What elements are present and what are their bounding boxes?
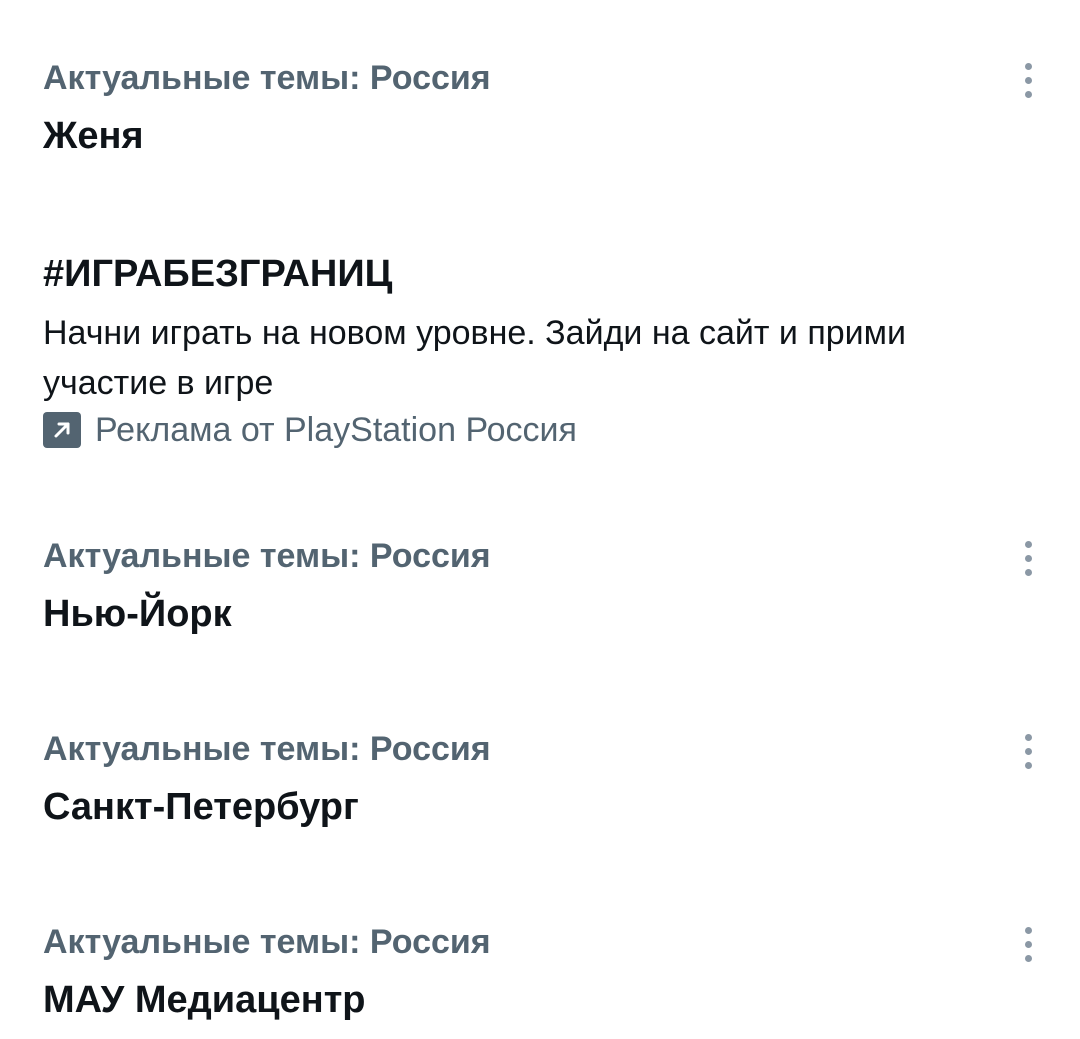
more-vertical-icon[interactable] xyxy=(1008,729,1048,773)
trend-item[interactable]: Актуальные темы: Россия Нью-Йорк xyxy=(0,536,1080,646)
trend-title: Санкт-Петербург xyxy=(43,786,359,828)
promoted-by-label[interactable]: Реклама от PlayStation Россия xyxy=(43,410,577,450)
more-vertical-icon[interactable] xyxy=(1008,536,1048,580)
promoted-by-text: Реклама от PlayStation Россия xyxy=(95,411,577,449)
trend-title: МАУ Медиацентр xyxy=(43,979,366,1021)
trend-title: Женя xyxy=(43,115,144,157)
more-vertical-icon[interactable] xyxy=(1008,58,1048,102)
promoted-trend-title: #ИГРАБЕЗГРАНИЦ xyxy=(43,253,393,295)
trend-context: Актуальные темы: Россия xyxy=(43,537,491,575)
promoted-arrow-icon xyxy=(43,412,81,448)
trend-context: Актуальные темы: Россия xyxy=(43,59,491,97)
trend-item[interactable]: Актуальные темы: Россия МАУ Медиацентр xyxy=(0,922,1080,1032)
trends-list: Актуальные темы: Россия Женя #ИГРАБЕЗГРА… xyxy=(0,0,1080,1039)
more-vertical-icon[interactable] xyxy=(1008,922,1048,966)
trend-context: Актуальные темы: Россия xyxy=(43,730,491,768)
trend-item[interactable]: Актуальные темы: Россия Женя xyxy=(0,58,1080,168)
promoted-trend-description: Начни играть на новом уровне. Зайди на с… xyxy=(43,314,907,402)
trend-item[interactable]: Актуальные темы: Россия Санкт-Петербург xyxy=(0,729,1080,839)
trend-context: Актуальные темы: Россия xyxy=(43,923,491,961)
trend-title: Нью-Йорк xyxy=(43,593,232,635)
promoted-trend-item[interactable]: #ИГРАБЕЗГРАНИЦ Начни играть на новом уро… xyxy=(0,252,1080,462)
